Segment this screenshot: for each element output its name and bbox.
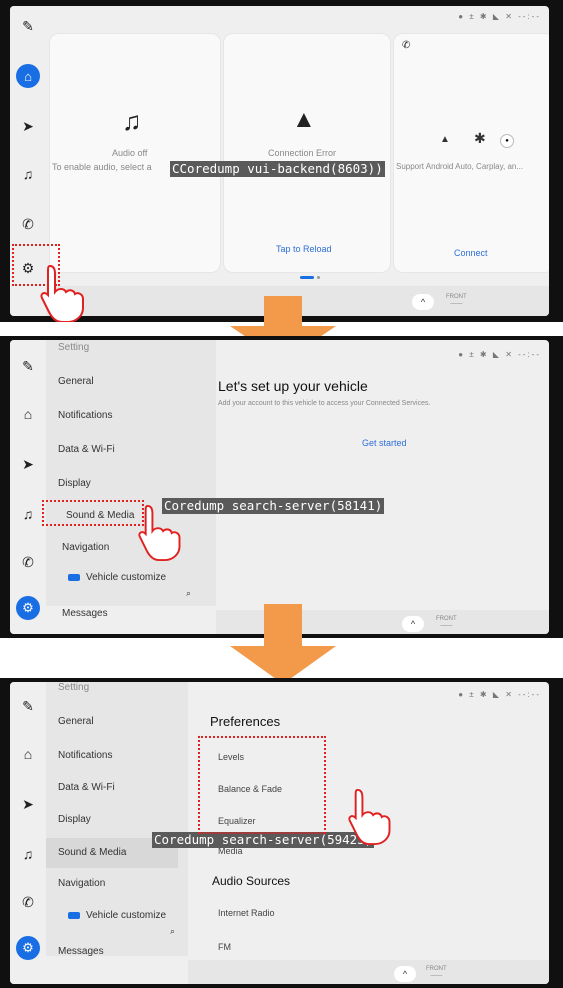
- menu-item-general[interactable]: General: [58, 376, 94, 387]
- panel-sound-media: ✎ ⌂ ➤ ♫ ✆ ⚙ Setting General Notification…: [0, 678, 563, 988]
- menu-item-navigation[interactable]: Navigation: [62, 542, 109, 553]
- tap-to-reload-link[interactable]: Tap to Reload: [276, 244, 332, 254]
- coredump-overlay: CCoredump vui-backend(8603)): [170, 161, 385, 177]
- music-note-icon[interactable]: ♫: [18, 164, 38, 184]
- car-icon: [68, 574, 80, 581]
- menu-item-vehicle-customize[interactable]: Vehicle customize: [86, 572, 166, 583]
- down-arrow-2: [230, 604, 336, 684]
- connection-error-title: Connection Error: [268, 148, 337, 158]
- phone-icon[interactable]: ✆: [18, 892, 38, 912]
- page-indicator-dot: [317, 276, 320, 279]
- side-rail: ✎ ⌂ ➤ ♫ ✆ ⚙: [10, 340, 46, 634]
- settings-screen: ✎ ⌂ ➤ ♫ ✆ ⚙ Setting General Notification…: [10, 340, 549, 634]
- menu-item-general[interactable]: General: [58, 716, 94, 727]
- phone-card[interactable]: ✆ ▲ ✱ ● Support Android Auto, Carplay, a…: [394, 34, 549, 272]
- menu-item-navigation[interactable]: Navigation: [58, 878, 105, 889]
- navigation-arrow-icon[interactable]: ➤: [18, 794, 38, 814]
- phone-icon[interactable]: ✆: [18, 214, 38, 234]
- menu-item-data-wifi[interactable]: Data & Wi-Fi: [58, 782, 115, 793]
- panel-home-screen: ✎ ⌂ ➤ ♫ ✆ ⚙ ● ± ✱ ◣ ✕ --:-- ♫ Audio off …: [0, 0, 563, 322]
- wrench-icon[interactable]: ✎: [18, 356, 38, 376]
- menu-item-display[interactable]: Display: [58, 814, 91, 825]
- pointing-hand-icon: [40, 264, 84, 322]
- chevron-up-button[interactable]: ^: [412, 294, 434, 310]
- phone-icon: ✆: [402, 40, 411, 51]
- settings-menu: Setting General Notifications Data & Wi-…: [46, 340, 216, 619]
- pointing-hand-icon: [348, 788, 391, 846]
- wrench-icon[interactable]: ✎: [18, 16, 38, 36]
- settings-title: Setting: [58, 682, 90, 693]
- preferences-heading: Preferences: [210, 714, 281, 729]
- side-rail: ✎ ⌂ ➤ ♫ ✆ ⚙: [10, 682, 46, 984]
- source-internet-radio[interactable]: Internet Radio: [218, 908, 275, 918]
- bluetooth-icon: ✱: [474, 130, 486, 146]
- phone-icon[interactable]: ✆: [18, 552, 38, 572]
- menu-item-notifications[interactable]: Notifications: [58, 750, 112, 761]
- gear-icon[interactable]: ⚙: [16, 596, 40, 620]
- car-icon: [68, 912, 80, 919]
- gear-icon[interactable]: ⚙: [16, 936, 40, 960]
- navigation-arrow-icon[interactable]: ➤: [18, 454, 38, 474]
- page-indicator: [300, 276, 314, 279]
- home-icon[interactable]: ⌂: [18, 404, 38, 424]
- highlight-box-sound-media: [42, 500, 144, 526]
- audio-card[interactable]: ♫ Audio off To enable audio, select a: [50, 34, 220, 272]
- settings-menu: Setting General Notifications Data & Wi-…: [46, 682, 188, 957]
- status-bar: ● ± ✱ ◣ ✕ --:--: [458, 12, 541, 21]
- front-label: FRONT ——: [436, 616, 457, 629]
- front-label: FRONT ——: [426, 966, 447, 979]
- coredump-overlay: Coredump search-server(58141): [162, 498, 385, 514]
- panel-settings-account: ✎ ⌂ ➤ ♫ ✆ ⚙ Setting General Notification…: [0, 336, 563, 638]
- menu-item-display[interactable]: Display: [58, 478, 91, 489]
- get-started-link[interactable]: Get started: [362, 438, 407, 448]
- bottom-bar: ^ FRONT ——: [188, 960, 549, 984]
- search-icon[interactable]: ⌕: [186, 588, 191, 599]
- menu-item-data-wifi[interactable]: Data & Wi-Fi: [58, 444, 115, 455]
- wrench-icon[interactable]: ✎: [18, 696, 38, 716]
- menu-item-messages[interactable]: Messages: [58, 946, 104, 957]
- highlight-box-preferences: [198, 736, 326, 834]
- status-bar: ● ± ✱ ◣ ✕ --:--: [458, 350, 541, 359]
- front-label: FRONT ——: [446, 294, 467, 307]
- android-auto-icon: ▲: [440, 134, 450, 145]
- page-title: Let's set up your vehicle: [218, 378, 368, 394]
- carplay-icon: ●: [500, 134, 514, 148]
- page-subtitle: Add your account to this vehicle to acce…: [218, 400, 431, 407]
- phone-support-hint: Support Android Auto, Carplay, an...: [396, 162, 524, 171]
- home-icon[interactable]: ⌂: [18, 744, 38, 764]
- search-icon[interactable]: ⌕: [170, 926, 175, 937]
- warning-icon: ▲: [292, 106, 316, 133]
- chevron-up-button[interactable]: ^: [402, 616, 424, 632]
- music-note-icon[interactable]: ♫: [18, 844, 38, 864]
- menu-item-messages[interactable]: Messages: [62, 608, 108, 619]
- menu-item-vehicle-customize[interactable]: Vehicle customize: [86, 910, 166, 921]
- menu-item-notifications[interactable]: Notifications: [58, 410, 112, 421]
- chevron-up-button[interactable]: ^: [394, 966, 416, 982]
- pointing-hand-icon: [138, 504, 181, 562]
- audio-status: Audio off: [112, 148, 148, 158]
- music-note-icon: ♫: [122, 106, 142, 136]
- music-note-icon[interactable]: ♫: [18, 504, 38, 524]
- connection-card[interactable]: ▲ Connection Error Tap to Reload: [224, 34, 390, 272]
- settings-title: Setting: [58, 342, 90, 353]
- home-icon[interactable]: ⌂: [16, 64, 40, 88]
- status-bar: ● ± ✱ ◣ ✕ --:--: [458, 690, 541, 699]
- connect-link[interactable]: Connect: [454, 248, 488, 258]
- audio-sources-heading: Audio Sources: [212, 874, 291, 888]
- audio-hint: To enable audio, select a: [52, 162, 152, 172]
- navigation-arrow-icon[interactable]: ➤: [18, 116, 38, 136]
- source-fm[interactable]: FM: [218, 942, 231, 952]
- coredump-overlay: Coredump search-server(59425): [152, 832, 375, 848]
